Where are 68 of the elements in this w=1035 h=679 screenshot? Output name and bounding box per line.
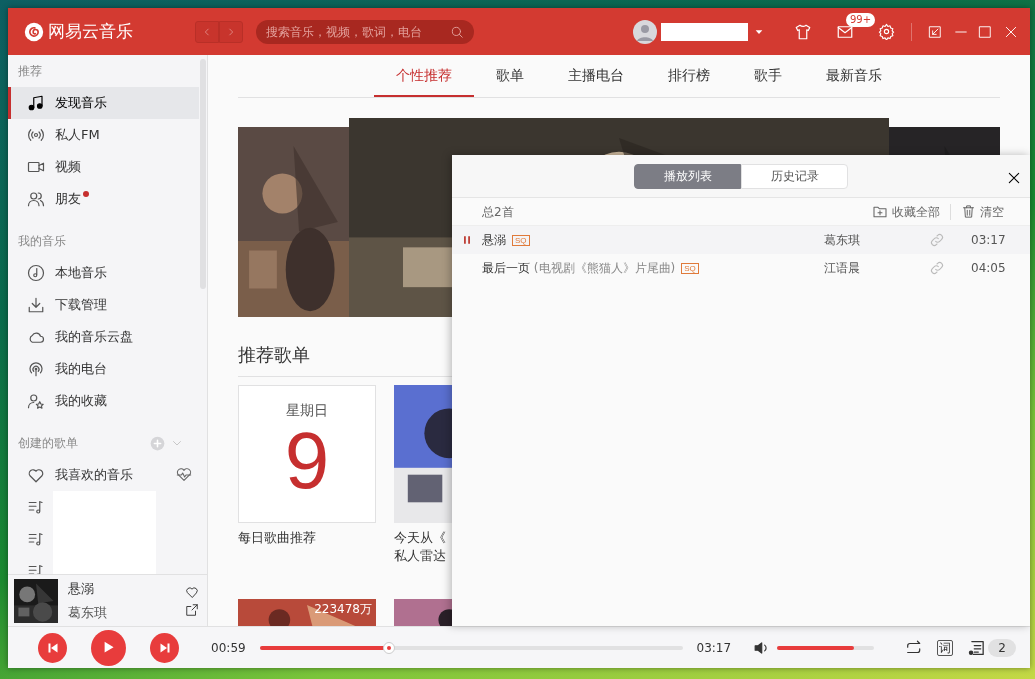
sidebar-item[interactable]: 朋友 <box>8 183 199 215</box>
maximize-icon[interactable] <box>978 24 992 39</box>
heart-icon <box>27 466 45 484</box>
play-button[interactable] <box>91 629 126 666</box>
previous-button[interactable] <box>38 632 68 663</box>
section-title: 我的音乐 <box>17 233 67 250</box>
search-icon <box>450 24 464 39</box>
next-button[interactable] <box>150 632 180 663</box>
forward-icon <box>226 25 236 38</box>
settings-icon[interactable] <box>878 23 895 40</box>
sidebar-item[interactable]: 我的音乐云盘 <box>8 321 199 353</box>
tab[interactable]: 排行榜 <box>646 55 732 97</box>
duration: 03:17 <box>696 639 732 657</box>
song-duration: 03:17 <box>971 232 1006 249</box>
playlist-icon <box>27 530 45 548</box>
daily-card[interactable]: 星期日 9 <box>238 385 376 523</box>
playlist-icon <box>27 498 45 516</box>
heart-icon[interactable] <box>185 584 199 599</box>
elapsed-time: 00:59 <box>211 639 246 657</box>
sidebar-item[interactable]: 我的收藏 <box>8 385 199 417</box>
close-icon[interactable] <box>1004 24 1018 39</box>
day-number: 9 <box>284 421 330 501</box>
download-icon <box>27 296 45 314</box>
people-icon <box>27 190 45 208</box>
song-title[interactable]: 悬溺 <box>68 579 175 599</box>
collect-all-button[interactable]: 收藏全部 <box>872 202 940 221</box>
clear-button[interactable]: 清空 <box>961 202 1004 221</box>
song-duration: 04:05 <box>971 260 1006 277</box>
music-note-icon <box>27 94 45 112</box>
tab[interactable]: 主播电台 <box>546 55 646 97</box>
play-count: 223478万 <box>314 601 372 618</box>
podcast-icon <box>27 360 45 378</box>
avatar-icon <box>633 19 657 44</box>
tab[interactable]: 个性推荐 <box>374 55 474 97</box>
radio-waves-icon <box>27 126 45 144</box>
mini-mode-icon[interactable] <box>928 24 942 39</box>
shirt-icon[interactable] <box>794 22 812 41</box>
section-title: 推荐 <box>17 63 43 80</box>
search-field[interactable]: 搜索音乐，视频，歌词，电台 <box>256 19 474 44</box>
sidebar-item[interactable]: 本地音乐 <box>8 257 199 289</box>
next-icon <box>158 641 171 654</box>
artist-name[interactable]: 葛东琪 <box>68 602 175 622</box>
tab[interactable]: 歌单 <box>474 55 546 97</box>
tab[interactable]: 歌手 <box>732 55 804 97</box>
lyrics-button[interactable]: 词 <box>936 639 953 656</box>
person-star-icon <box>27 392 45 410</box>
section-title: 创建的歌单 <box>18 435 78 452</box>
tab[interactable]: 最新音乐 <box>804 55 904 97</box>
volume-slider[interactable] <box>776 645 874 650</box>
sidebar-item[interactable]: 我喜欢的音乐 <box>8 459 199 491</box>
sidebar-item[interactable]: 我的电台 <box>8 353 199 385</box>
back-icon <box>202 25 212 38</box>
logo-icon <box>24 21 44 42</box>
app-name: 网易云音乐 <box>48 19 133 43</box>
card-title[interactable]: 每日歌曲推荐 <box>238 529 316 547</box>
sidebar-item[interactable]: 私人FM <box>8 119 199 151</box>
sidebar-item[interactable]: 下载管理 <box>8 289 199 321</box>
previous-icon <box>46 641 59 654</box>
share-icon[interactable] <box>185 602 199 617</box>
slider-thumb[interactable] <box>382 641 395 654</box>
sidebar-item[interactable]: 发现音乐 <box>8 87 199 119</box>
queue-count[interactable]: 2 <box>988 638 1016 657</box>
trash-icon <box>961 204 976 219</box>
card-title[interactable]: 今天从《 私人雷达 <box>394 529 446 565</box>
clock-icon <box>27 264 45 282</box>
sidebar-item[interactable]: 视频 <box>8 151 199 183</box>
message-count: 99+ <box>846 12 876 27</box>
weekday: 星期日 <box>286 401 328 420</box>
